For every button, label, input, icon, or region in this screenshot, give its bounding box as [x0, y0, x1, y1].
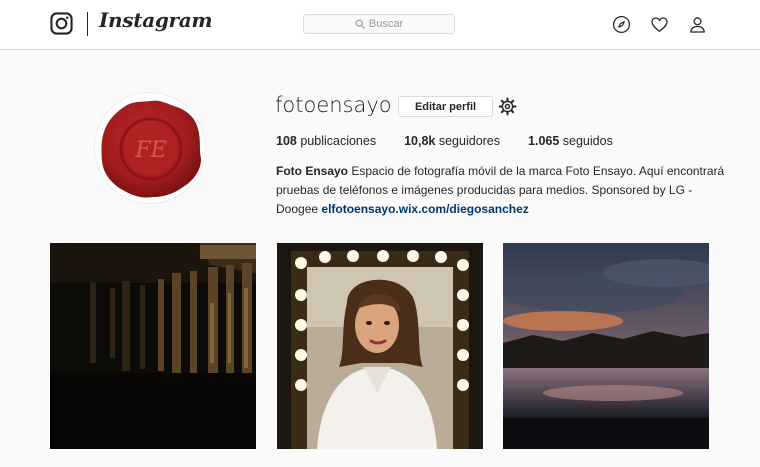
profile-bio: Foto Ensayo Espacio de fotografía móvil … [276, 162, 726, 219]
stat-posts: 108 publicaciones [276, 134, 376, 148]
stat-posts-value: 108 [276, 134, 297, 148]
stat-followers-value: 10,8k [404, 134, 436, 148]
portrait-photo [277, 243, 483, 449]
heart-icon[interactable] [650, 15, 669, 34]
svg-text:FE: FE [134, 138, 166, 163]
wax-seal-logo: FE [101, 100, 201, 198]
search-placeholder: Buscar [368, 18, 404, 30]
stat-followers[interactable]: 10,8k seguidores [404, 134, 500, 148]
stat-posts-label: publicaciones [300, 134, 377, 148]
profile-stats: 108 publicaciones 10,8k seguidores 1.065… [276, 134, 641, 148]
top-nav: Instagram Buscar [0, 0, 760, 50]
bio-name: Foto Ensayo [276, 164, 349, 178]
bio-link[interactable]: elfotoensayo.wix.com/diegosanchez [321, 202, 528, 216]
avatar[interactable]: FE [94, 92, 206, 204]
dark-fence-photo [50, 243, 256, 449]
post-thumbnail[interactable] [50, 243, 256, 449]
stat-following-label: seguidos [562, 134, 613, 148]
compass-icon[interactable] [612, 15, 631, 34]
instagram-glyph-icon[interactable] [50, 12, 73, 35]
post-thumbnail[interactable] [503, 243, 709, 449]
post-thumbnail[interactable] [277, 243, 483, 449]
nav-divider [87, 12, 88, 36]
stat-following[interactable]: 1.065 seguidos [528, 134, 613, 148]
profile-username: fotoensayo [275, 93, 392, 117]
search-input[interactable]: Buscar [303, 14, 455, 34]
profile-icon[interactable] [688, 15, 707, 34]
sunset-photo [503, 243, 709, 449]
edit-profile-button[interactable]: Editar perfil [398, 96, 493, 117]
stat-following-value: 1.065 [528, 134, 560, 148]
search-icon [355, 19, 365, 29]
stat-followers-label: seguidores [438, 134, 501, 148]
instagram-wordmark[interactable]: Instagram [99, 8, 213, 32]
gear-icon[interactable] [498, 97, 517, 116]
